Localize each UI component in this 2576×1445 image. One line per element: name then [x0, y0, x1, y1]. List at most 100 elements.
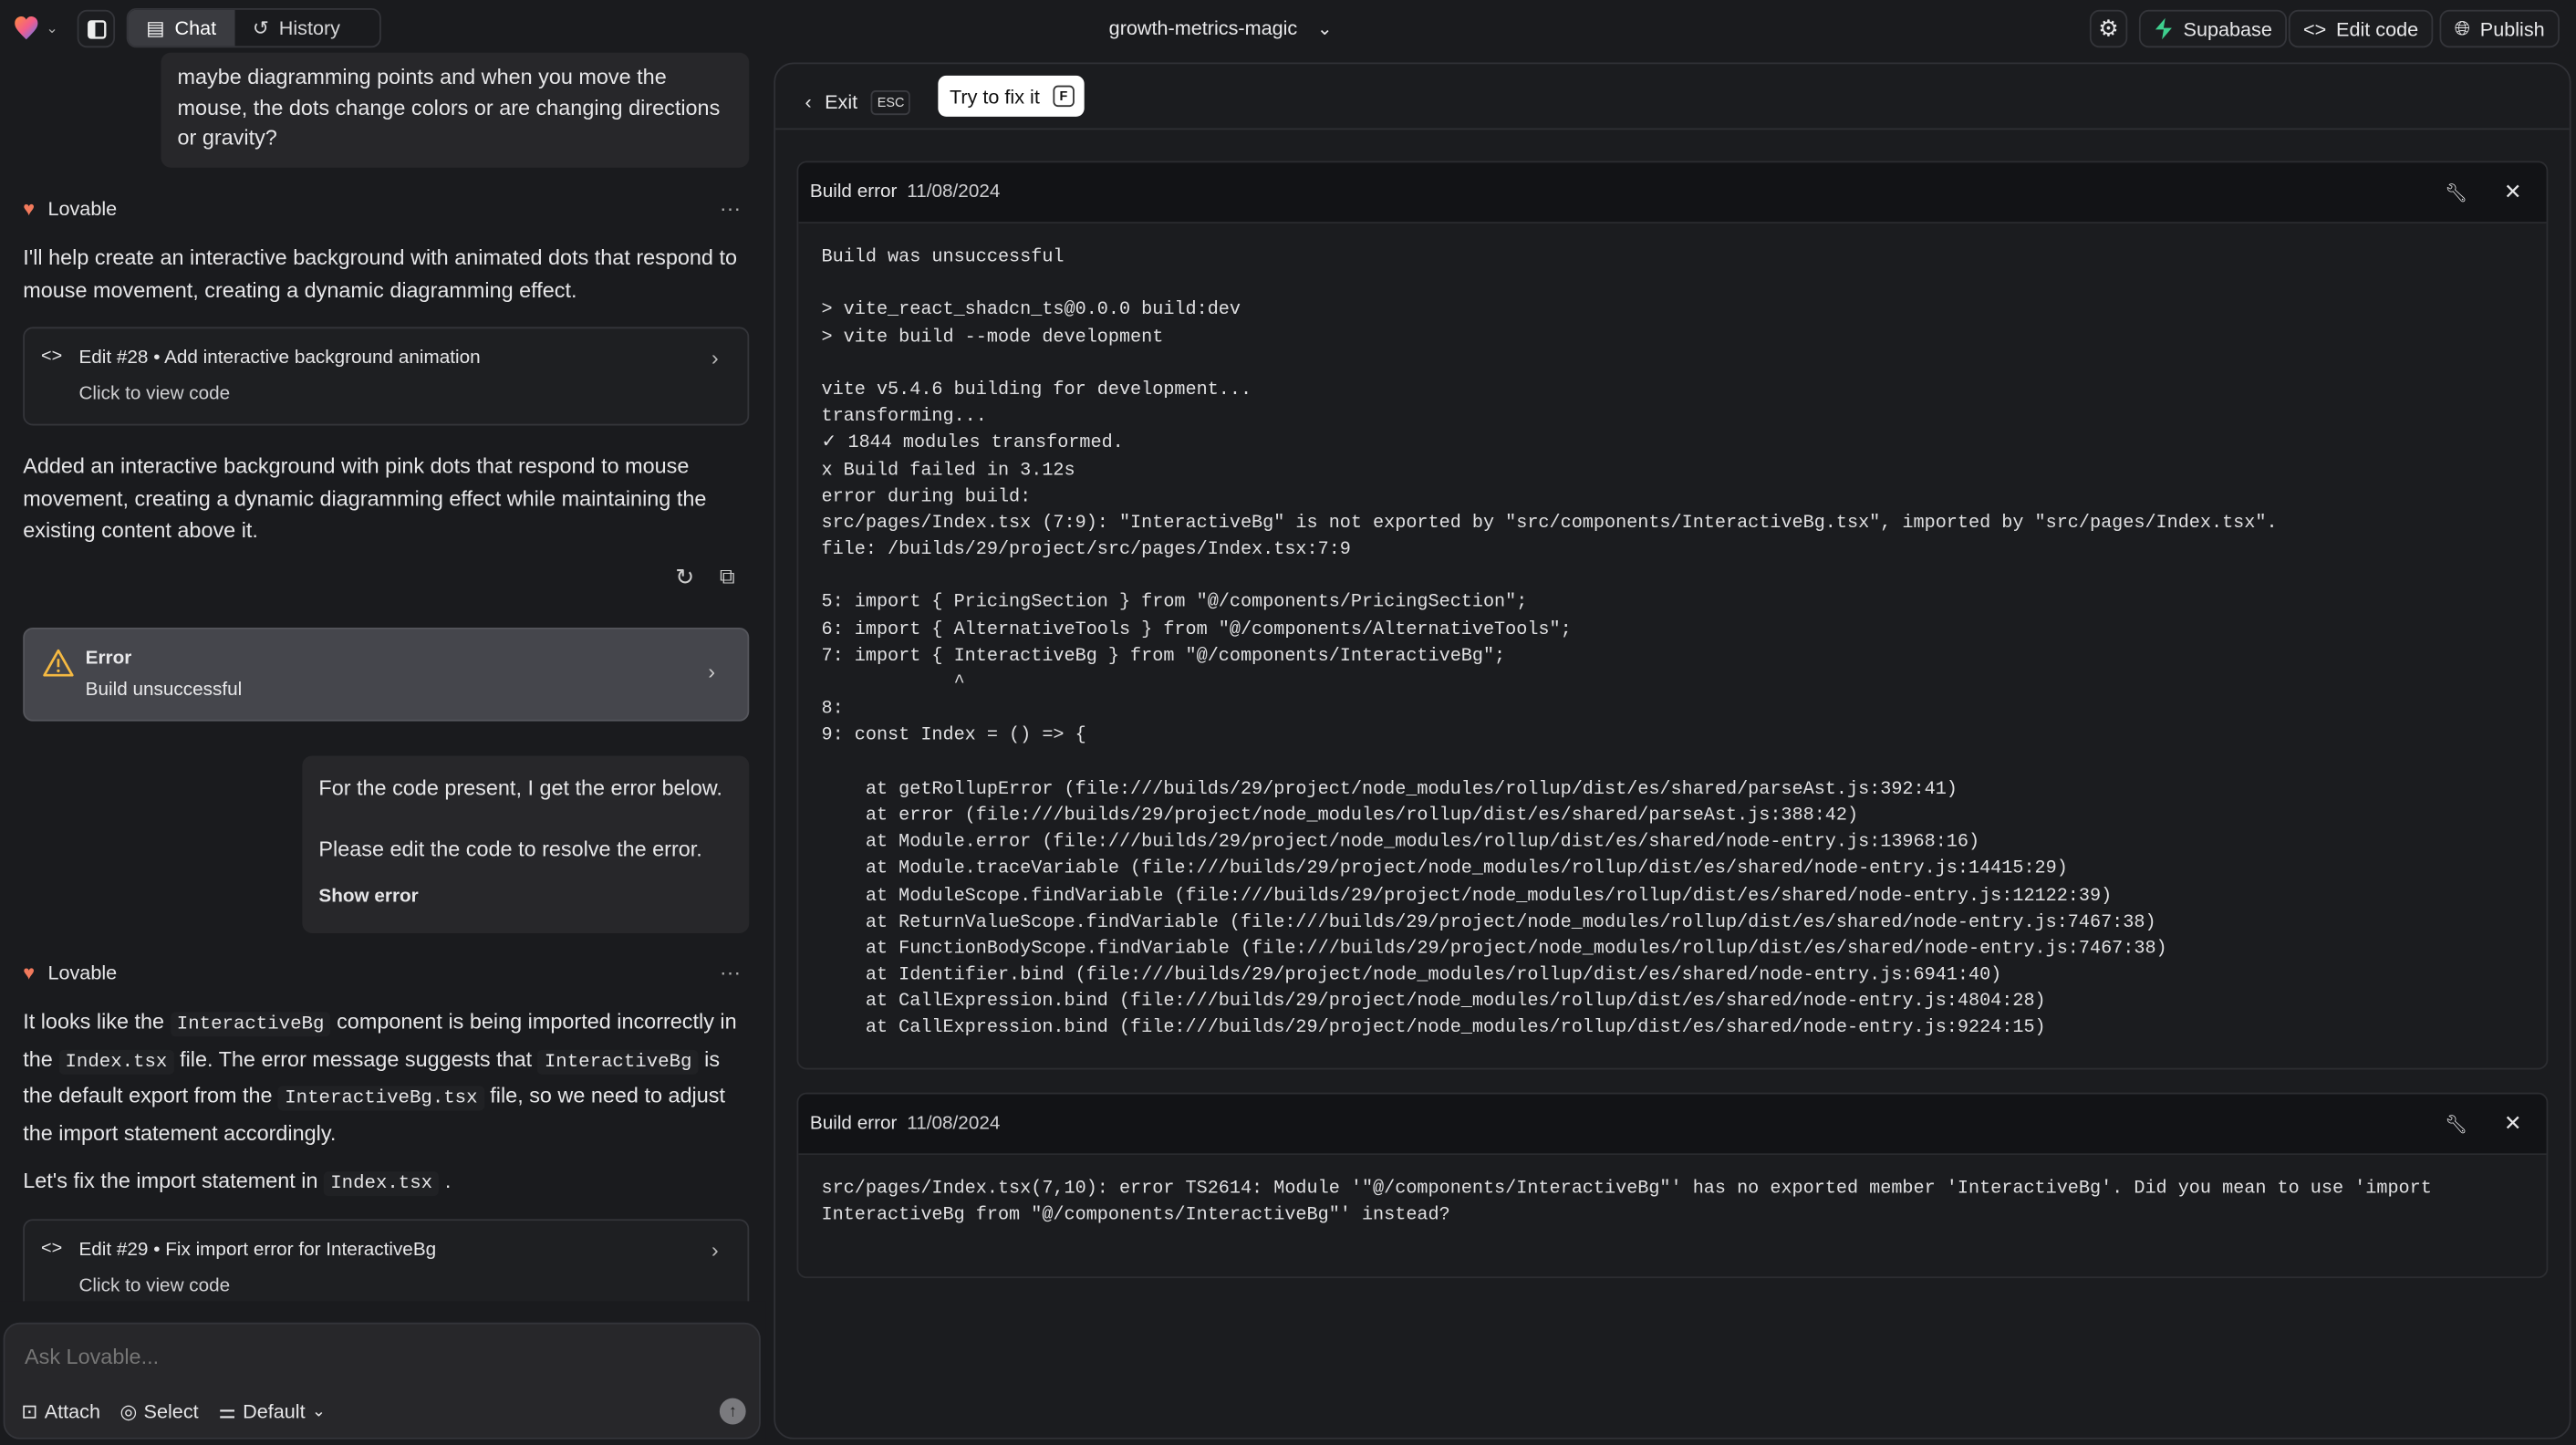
build-error-header: Build error 11/08/2024 🔧︎ ✕ — [798, 162, 2547, 224]
chat-input[interactable] — [25, 1344, 715, 1369]
log-line: 8: — [821, 700, 844, 721]
globe-icon: 🌐︎ — [2454, 16, 2471, 40]
project-name: growth-metrics-magic — [1108, 16, 1298, 40]
log-line: InteractiveBg from "@/components/Interac… — [821, 1206, 1450, 1226]
log-line: 5: import { PricingSection } from "@/com… — [821, 593, 1528, 614]
view-tabs: ▤ Chat ↺ History — [126, 8, 381, 48]
user-message: For the code present, I get the error be… — [302, 755, 750, 933]
assistant-header: ♥ Lovable — [23, 197, 118, 221]
tab-chat[interactable]: ▤ Chat — [128, 9, 235, 47]
sidebar-icon — [87, 19, 106, 38]
image-icon: ⊡ — [21, 1399, 38, 1423]
log-line: at ModuleScope.findVariable (file:///bui… — [821, 886, 2113, 907]
divider — [775, 128, 2570, 130]
inline-code: Index.tsx — [324, 1171, 440, 1197]
log-line: at Module.error (file:///builds/29/proje… — [821, 833, 1980, 853]
text-segment: Let's fix the import statement in — [23, 1168, 325, 1193]
supabase-icon — [2155, 17, 2172, 40]
chevron-down-icon: ⌄ — [311, 1402, 326, 1420]
show-error-link[interactable]: Show error — [318, 882, 418, 912]
log-line: x Build failed in 3.12s — [821, 461, 1075, 481]
edit-card-28[interactable]: <> Edit #28 • Add interactive background… — [23, 327, 750, 426]
send-button[interactable]: ↑ — [719, 1398, 746, 1425]
chevron-right-icon: › — [711, 1237, 719, 1263]
log-line: at Identifier.bind (file:///builds/29/pr… — [821, 966, 2002, 986]
assistant-message: It looks like the InteractiveBg componen… — [23, 1005, 753, 1149]
log-line: error during build: — [821, 487, 1032, 507]
code-icon: <> — [41, 347, 63, 367]
chat-icon: ▤ — [146, 16, 165, 40]
log-line: > vite build --mode development — [821, 327, 1164, 348]
build-error-card: Build error 11/08/2024 🔧︎ ✕ Build was uns… — [796, 161, 2549, 1070]
refresh-icon[interactable]: ↻ — [675, 564, 694, 592]
arrow-up-icon: ↑ — [728, 1402, 737, 1420]
log-line: Build was unsuccessful — [821, 247, 1065, 268]
build-log: Build was unsuccessful > vite_react_shadc… — [798, 224, 2546, 1064]
inline-code: InteractiveBg — [170, 1012, 331, 1037]
build-error-card: Build error 11/08/2024 🔧︎ ✕ src/pages/Ind… — [796, 1092, 2549, 1279]
logo-menu[interactable]: ⌄ — [13, 15, 58, 41]
lovable-avatar-icon: ♥ — [23, 961, 36, 984]
log-line: 9: const Index = () => { — [821, 726, 1086, 747]
toggle-sidebar-button[interactable] — [77, 9, 116, 48]
exit-button[interactable]: ‹ Exit ESC — [805, 82, 911, 121]
assistant-message: Let's fix the import statement in Index.… — [23, 1165, 745, 1201]
close-icon[interactable]: ✕ — [2504, 1110, 2522, 1137]
lovable-logo-icon — [15, 16, 38, 40]
assistant-message: I'll help create an interactive backgrou… — [23, 244, 738, 303]
error-panel: ‹ Exit ESC Try to fix it F Build error 11… — [774, 62, 2571, 1440]
gear-icon: ⚙ — [2098, 15, 2119, 42]
log-line: 7: import { InteractiveBg } from "@/comp… — [821, 647, 1506, 667]
text-segment: . — [439, 1168, 452, 1193]
text-segment: It looks like the — [23, 1008, 171, 1034]
assistant-header: ♥ Lovable — [23, 961, 118, 984]
chat-composer: ⊡Attach ◎Select ⚌Default⌄ ↑ — [3, 1322, 761, 1440]
log-line: ✓ 1844 modules transformed. — [821, 434, 1124, 454]
log-line: src/pages/Index.tsx(7,10): error TS2614:… — [821, 1180, 2432, 1200]
lovable-avatar-icon: ♥ — [23, 197, 36, 221]
settings-button[interactable]: ⚙ — [2089, 9, 2128, 48]
log-line: file: /builds/29/project/src/pages/Index… — [821, 540, 1351, 561]
mode-dropdown[interactable]: ⚌ Default ⌄ — [219, 1399, 326, 1422]
build-log: src/pages/Index.tsx(7,10): error TS2614:… — [798, 1155, 2546, 1251]
log-line: at error (file:///builds/29/project/node… — [821, 806, 1859, 826]
inline-code: InteractiveBg.tsx — [278, 1086, 484, 1111]
edit-code-button[interactable]: <> Edit code — [2288, 9, 2434, 48]
attach-button[interactable]: ⊡ Attach — [21, 1399, 100, 1422]
user-message: maybe diagramming points and when you mo… — [161, 52, 750, 168]
app-root: ⌄ ▤ Chat ↺ History growth-metrics-magic ⌄ … — [0, 0, 2576, 1445]
log-line: transforming... — [821, 407, 987, 428]
log-line: src/pages/Index.tsx (7:9): "InteractiveB… — [821, 514, 2278, 535]
log-line: at CallExpression.bind (file:///builds/2… — [821, 1019, 2046, 1040]
log-line: ^ — [821, 673, 965, 694]
code-icon: <> — [2303, 16, 2327, 41]
chevron-left-icon: ‹ — [805, 90, 812, 114]
code-icon: <> — [41, 1238, 63, 1259]
chevron-right-icon: › — [711, 345, 719, 370]
more-options-icon[interactable]: ··· — [720, 960, 741, 984]
try-to-fix-button[interactable]: Try to fix it F — [938, 75, 1085, 117]
wrench-icon[interactable]: 🔧︎ — [2445, 1113, 2467, 1135]
project-selector[interactable]: growth-metrics-magic ⌄ — [1109, 16, 1333, 39]
target-icon: ◎ — [119, 1399, 138, 1423]
text-segment: file. The error message suggests that — [173, 1045, 538, 1071]
chevron-right-icon: › — [708, 659, 716, 684]
wrench-icon[interactable]: 🔧︎ — [2445, 182, 2467, 203]
supabase-button[interactable]: Supabase — [2138, 9, 2288, 48]
select-button[interactable]: ◎ Select — [119, 1399, 198, 1422]
warning-icon — [43, 649, 74, 677]
history-icon: ↺ — [252, 16, 269, 40]
chevron-down-icon: ⌄ — [46, 18, 59, 36]
open-external-icon[interactable]: ⧉ — [720, 564, 735, 590]
more-options-icon[interactable]: ··· — [720, 195, 741, 220]
tab-history[interactable]: ↺ History — [234, 10, 358, 47]
error-card[interactable]: Error Build unsuccessful › — [23, 627, 750, 722]
publish-button[interactable]: 🌐︎ Publish — [2439, 9, 2560, 48]
close-icon[interactable]: ✕ — [2504, 179, 2522, 205]
log-line: vite v5.4.6 building for development... — [821, 380, 1252, 401]
log-line: at getRollupError (file:///builds/29/pro… — [821, 780, 1958, 800]
